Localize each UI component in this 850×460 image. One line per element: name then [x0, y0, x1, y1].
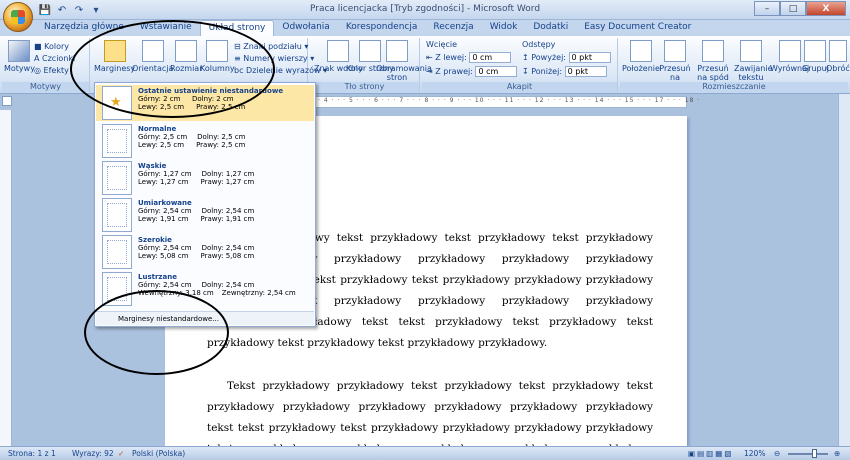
margin-preview: [102, 235, 132, 269]
tab-view[interactable]: Widok: [482, 20, 526, 36]
page-borders-icon: [386, 40, 408, 62]
margins-button[interactable]: Marginesy: [94, 40, 135, 73]
margin-option-moderate[interactable]: Umiarkowane Górny: 2,54 cm Dolny: 2,54 cm…: [96, 197, 314, 233]
group-label-page-background: Tło strony: [310, 82, 419, 92]
size-button[interactable]: Rozmiar: [170, 40, 203, 73]
group-label-arrange: Rozmieszczanie: [620, 82, 848, 92]
margins-dropdown: ★ Ostatnie ustawienie niestandardowe Gór…: [94, 82, 316, 327]
proofing-icon[interactable]: ✓: [118, 449, 124, 458]
star-icon: ★: [110, 95, 122, 110]
indent-left: ⇤ Z lewej: 0 cm: [426, 52, 512, 63]
margin-preview: [102, 272, 132, 306]
tab-addins[interactable]: Dodatki: [525, 20, 576, 36]
tab-home[interactable]: Narzędzia główne: [36, 20, 132, 36]
bring-to-front-icon: [664, 40, 686, 62]
margin-preview: ★: [102, 86, 132, 120]
send-to-back-button[interactable]: Przesuń na spód: [696, 40, 730, 82]
minimize-button[interactable]: –: [754, 1, 780, 16]
tab-references[interactable]: Odwołania: [274, 20, 337, 36]
align-icon: [778, 40, 801, 62]
group-arrange: Położenie Przesuń na wierzch Przesuń na …: [620, 38, 850, 92]
margin-option-normal[interactable]: Normalne Górny: 2,5 cm Dolny: 2,5 cm Lewy…: [96, 123, 314, 159]
spacing-before: ↥ Powyżej: 0 pkt: [522, 52, 611, 63]
tab-page-layout[interactable]: Układ strony: [199, 20, 275, 36]
theme-colors-button[interactable]: ■ Kolory: [34, 42, 69, 51]
view-buttons[interactable]: ▣▤▥▦▧: [688, 449, 733, 458]
vertical-scrollbar[interactable]: [838, 94, 850, 446]
text-wrapping-icon: [740, 40, 762, 62]
margin-preview: [102, 198, 132, 232]
position-icon: [629, 40, 652, 62]
tab-selector[interactable]: [2, 96, 12, 106]
tab-review[interactable]: Recenzja: [425, 20, 481, 36]
zoom-slider-knob[interactable]: [812, 449, 817, 458]
indent-right: ⇥ Z prawej: 0 cm: [426, 66, 518, 77]
columns-icon: [206, 40, 229, 62]
maximize-button[interactable]: □: [780, 1, 806, 16]
office-logo-icon: [11, 10, 25, 24]
group-page-background: Znak wodny Kolor strony Obramowania stro…: [310, 38, 432, 92]
page-borders-button[interactable]: Obramowania stron: [376, 40, 432, 82]
spacing-after-input[interactable]: 0 pkt: [564, 66, 607, 77]
columns-button[interactable]: Kolumny: [200, 40, 235, 73]
close-button[interactable]: X: [806, 1, 846, 16]
group-button[interactable]: Grupuj: [802, 40, 829, 73]
spacing-before-input[interactable]: 0 pkt: [568, 52, 611, 63]
theme-fonts-button[interactable]: A Czcionki: [34, 54, 75, 63]
group-label-paragraph: Akapit: [422, 82, 617, 92]
margins-icon: [103, 40, 126, 62]
theme-effects-button[interactable]: ◎ Efekty: [34, 66, 69, 75]
zoom-in-icon[interactable]: ⊕: [834, 449, 840, 458]
size-icon: [175, 40, 198, 62]
group-label-themes: Motywy: [2, 82, 89, 92]
margin-option-narrow[interactable]: Wąskie Górny: 1,27 cm Dolny: 1,27 cm Lewy…: [96, 160, 314, 196]
send-to-back-icon: [702, 40, 724, 62]
indent-right-input[interactable]: 0 cm: [475, 66, 518, 77]
group-icon: [804, 40, 827, 62]
word-count[interactable]: Wyrazy: 92: [72, 449, 114, 458]
zoom-slider[interactable]: [788, 453, 828, 455]
tab-insert[interactable]: Wstawianie: [132, 20, 200, 36]
orientation-button[interactable]: Orientacja: [132, 40, 173, 73]
office-button[interactable]: [3, 2, 33, 32]
vertical-ruler[interactable]: [0, 110, 12, 446]
tab-mailings[interactable]: Korespondencja: [338, 20, 426, 36]
orientation-icon: [141, 40, 164, 62]
line-numbers-button[interactable]: ≡ Numery wierszy ▾: [234, 54, 314, 63]
custom-margins-button[interactable]: Marginesy niestandardowe...: [96, 311, 314, 325]
spacing-after: ↧ Poniżej: 0 pkt: [522, 66, 607, 77]
group-paragraph: Wcięcie ⇤ Z lewej: 0 cm ⇥ Z prawej: 0 cm…: [422, 38, 618, 92]
margin-preview: [102, 161, 132, 195]
margin-option-mirrored[interactable]: Lustrzane Górny: 2,54 cm Dolny: 2,54 cm W…: [96, 271, 314, 307]
window-title: Praca licencjacka [Tryb zgodności] - Mic…: [309, 4, 541, 14]
paragraph-2[interactable]: Tekst przykładowy przykładowy tekst przy…: [207, 376, 653, 446]
text-wrapping-button[interactable]: Zawijanie tekstu: [734, 40, 773, 82]
themes-button[interactable]: Motywy: [4, 40, 35, 73]
indent-label: Wcięcie: [426, 40, 457, 49]
breaks-button[interactable]: ⊟ Znaki podziału ▾: [234, 42, 308, 51]
tab-easy-document-creator[interactable]: Easy Document Creator: [576, 20, 699, 36]
margin-option-last-custom[interactable]: ★ Ostatnie ustawienie niestandardowe Gór…: [96, 85, 314, 121]
margin-option-wide[interactable]: Szerokie Górny: 2,54 cm Dolny: 2,54 cm Le…: [96, 234, 314, 270]
spacing-label: Odstępy: [522, 40, 556, 49]
language[interactable]: Polski (Polska): [132, 449, 185, 458]
page-count[interactable]: Strona: 1 z 1: [8, 449, 56, 458]
ribbon-tabs: Narzędzia główne Wstawianie Układ strony…: [0, 20, 850, 36]
group-themes: Motywy ■ Kolory A Czcionki ◎ Efekty Moty…: [2, 38, 90, 92]
title-bar: 💾 ↶ ↷ ▾ Praca licencjacka [Tryb zgodnośc…: [0, 0, 850, 20]
rotate-icon: [828, 40, 847, 62]
rotate-button[interactable]: Obróć: [826, 40, 850, 73]
zoom-level[interactable]: 120%: [744, 449, 765, 458]
ruler-numbers: · 4 · · · 5 · · · 6 · · · 7 · · · 8 · · …: [318, 97, 701, 104]
status-bar: Strona: 1 z 1 Wyrazy: 92 ✓ Polski (Polsk…: [0, 446, 850, 460]
position-button[interactable]: Położenie: [622, 40, 660, 73]
margin-preview: [102, 124, 132, 158]
themes-icon: [8, 40, 31, 62]
window-controls: – □ X: [754, 1, 846, 16]
indent-left-input[interactable]: 0 cm: [469, 52, 512, 63]
zoom-out-icon[interactable]: ⊖: [774, 449, 780, 458]
